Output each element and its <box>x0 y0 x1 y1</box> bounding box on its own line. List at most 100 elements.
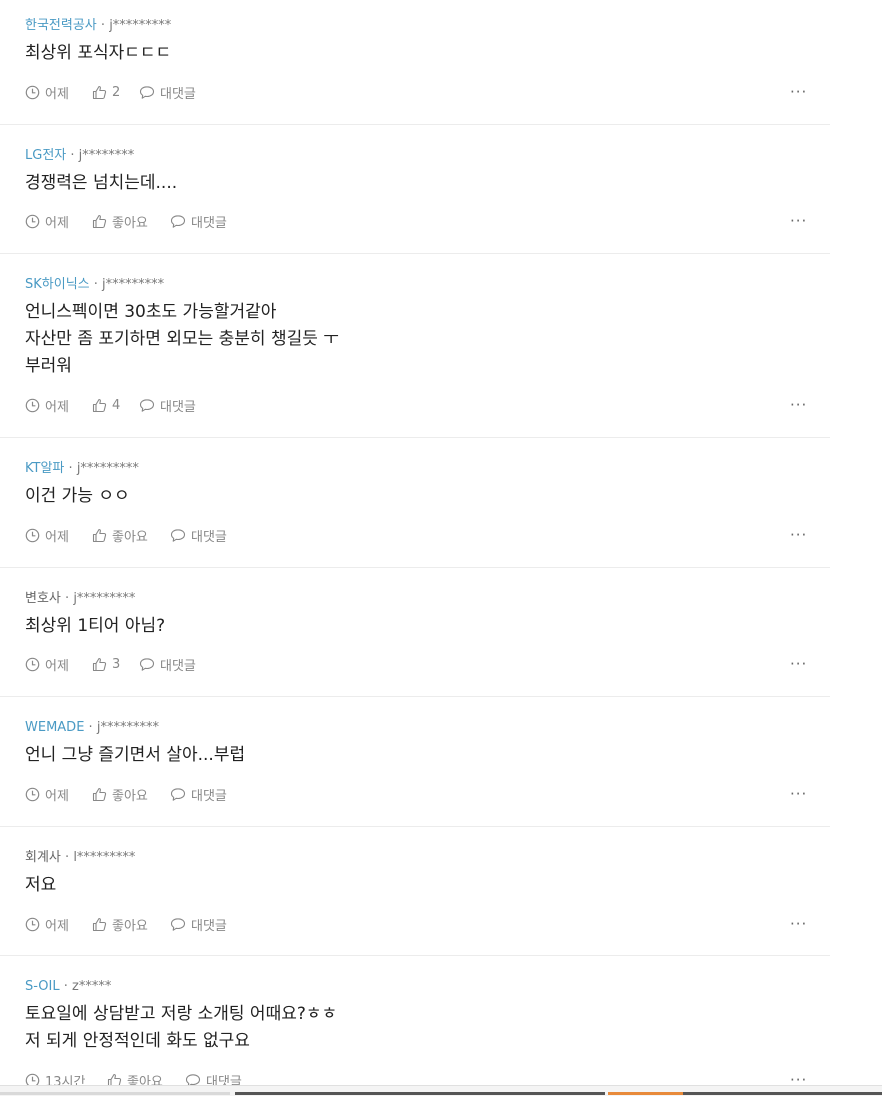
author-name: z***** <box>72 979 112 994</box>
comment-meta: SK하이닉스 · j********* <box>25 277 164 293</box>
comment-item: S-OIL · z***** 토요일에 상담받고 저랑 소개팅 어때요?ㅎㅎ 저… <box>0 956 830 1095</box>
reply-label: 대댓글 <box>160 86 196 102</box>
comment-body: 최상위 포식자ㄷㄷㄷ <box>25 40 171 67</box>
timestamp: 어제 <box>25 654 69 674</box>
comment-item: SK하이닉스 · j********* 언니스펙이면 30초도 가능할거같아 자… <box>0 254 830 438</box>
reply-label: 대댓글 <box>191 215 227 231</box>
comment-body: 언니 그냥 즐기면서 살아...부럽 <box>25 742 245 769</box>
like-button[interactable]: 2 <box>92 82 120 102</box>
like-button[interactable]: 3 <box>92 654 120 674</box>
company-link[interactable]: 변호사 <box>25 591 61 606</box>
timestamp: 어제 <box>25 784 69 804</box>
author-name: j********* <box>102 277 165 292</box>
company-link[interactable]: KT알파 <box>25 461 64 476</box>
reply-label: 대댓글 <box>191 788 227 804</box>
comment-body: 저요 <box>25 872 56 899</box>
timestamp: 어제 <box>25 395 69 415</box>
comment-item: LG전자 · j******** 경쟁력은 넘치는데.... 어제 좋아요 대댓… <box>0 125 830 254</box>
timestamp-text: 어제 <box>45 399 69 415</box>
bottom-scrollbar[interactable] <box>0 1085 882 1096</box>
comment-meta: LG전자 · j******** <box>25 148 134 164</box>
comment-actions: 어제 좋아요 대댓글 ··· <box>25 211 807 231</box>
meta-separator: · <box>65 591 70 606</box>
timestamp: 어제 <box>25 211 69 231</box>
like-button[interactable]: 좋아요 <box>92 211 148 231</box>
timestamp: 어제 <box>25 914 69 934</box>
speech-bubble-icon <box>170 787 186 801</box>
company-link[interactable]: LG전자 <box>25 148 66 163</box>
author-name: j********* <box>73 591 136 606</box>
comment-line: 저요 <box>25 875 57 895</box>
more-options-button[interactable]: ··· <box>790 214 807 229</box>
author-name: j********* <box>109 18 172 33</box>
comment-line: 이건 가능 ㅇㅇ <box>25 486 130 506</box>
clock-icon <box>25 657 40 671</box>
meta-separator: · <box>65 850 70 865</box>
clock-icon <box>25 214 40 228</box>
comment-line: 언니스펙이면 30초도 가능할거같아 <box>25 302 277 322</box>
comment-actions: 어제 좋아요 대댓글 ··· <box>25 784 807 804</box>
author-name: j********* <box>96 720 159 735</box>
comment-meta: KT알파 · j********* <box>25 461 139 477</box>
like-button[interactable]: 좋아요 <box>92 525 148 545</box>
comment-body: 언니스펙이면 30초도 가능할거같아 자산만 좀 포기하면 외모는 충분히 챙길… <box>25 299 339 380</box>
comment-body: 토요일에 상담받고 저랑 소개팅 어때요?ㅎㅎ 저 되게 안정적인데 화도 없구… <box>25 1001 337 1055</box>
meta-separator: · <box>88 720 93 735</box>
timestamp: 어제 <box>25 82 69 102</box>
comment-item: KT알파 · j********* 이건 가능 ㅇㅇ 어제 좋아요 대댓글 ··… <box>0 438 830 568</box>
speech-bubble-icon <box>139 398 155 412</box>
thumbs-up-icon <box>92 528 107 542</box>
reply-label: 대댓글 <box>160 399 196 415</box>
reply-button[interactable]: 대댓글 <box>170 211 227 231</box>
comment-line: 토요일에 상담받고 저랑 소개팅 어때요?ㅎㅎ <box>25 1004 338 1024</box>
company-link[interactable]: WEMADE <box>25 720 84 735</box>
like-button[interactable]: 4 <box>92 395 120 415</box>
like-button[interactable]: 좋아요 <box>92 784 148 804</box>
comment-meta: 한국전력공사 · j********* <box>25 18 171 34</box>
reply-button[interactable]: 대댓글 <box>139 654 196 674</box>
reply-label: 대댓글 <box>191 529 227 545</box>
more-options-button[interactable]: ··· <box>790 85 807 100</box>
like-count: 4 <box>112 397 121 413</box>
company-link[interactable]: 회계사 <box>25 850 61 865</box>
comment-actions: 어제 2 대댓글 ··· <box>25 82 807 102</box>
reply-label: 대댓글 <box>160 658 196 674</box>
reply-button[interactable]: 대댓글 <box>139 395 196 415</box>
thumbs-up-icon <box>92 917 107 931</box>
more-options-button[interactable]: ··· <box>790 917 807 932</box>
like-button[interactable]: 좋아요 <box>92 914 148 934</box>
meta-separator: · <box>68 461 73 476</box>
meta-separator: · <box>100 18 106 33</box>
reply-button[interactable]: 대댓글 <box>170 914 227 934</box>
timestamp-text: 어제 <box>45 918 69 934</box>
meta-separator: · <box>93 277 98 292</box>
clock-icon <box>25 917 40 931</box>
meta-separator: · <box>70 148 75 163</box>
company-link[interactable]: S-OIL <box>25 979 60 994</box>
company-link[interactable]: 한국전력공사 <box>25 18 97 33</box>
reply-button[interactable]: 대댓글 <box>170 525 227 545</box>
timestamp-text: 어제 <box>45 658 69 674</box>
comment-actions: 어제 좋아요 대댓글 ··· <box>25 525 807 545</box>
author-name: l********* <box>73 850 136 865</box>
author-name: j******** <box>78 148 135 163</box>
comment-line: 최상위 포식자ㄷㄷㄷ <box>25 43 172 63</box>
reply-button[interactable]: 대댓글 <box>139 82 196 102</box>
more-options-button[interactable]: ··· <box>790 528 807 543</box>
timestamp-text: 어제 <box>45 788 69 804</box>
more-options-button[interactable]: ··· <box>790 657 807 672</box>
thumbs-up-icon <box>92 657 107 671</box>
comment-meta: 회계사 · l********* <box>25 850 135 866</box>
company-link[interactable]: SK하이닉스 <box>25 277 90 292</box>
like-count: 좋아요 <box>112 529 148 545</box>
like-count: 좋아요 <box>112 788 148 804</box>
comment-body: 경쟁력은 넘치는데.... <box>25 170 177 197</box>
more-options-button[interactable]: ··· <box>790 787 807 802</box>
like-count: 좋아요 <box>112 215 148 231</box>
more-options-button[interactable]: ··· <box>790 398 807 413</box>
clock-icon <box>25 85 40 99</box>
reply-button[interactable]: 대댓글 <box>170 784 227 804</box>
comment-body: 이건 가능 ㅇㅇ <box>25 483 130 510</box>
thumbs-up-icon <box>92 85 107 99</box>
comment-item: 한국전력공사 · j********* 최상위 포식자ㄷㄷㄷ 어제 2 대댓글 … <box>0 0 830 125</box>
